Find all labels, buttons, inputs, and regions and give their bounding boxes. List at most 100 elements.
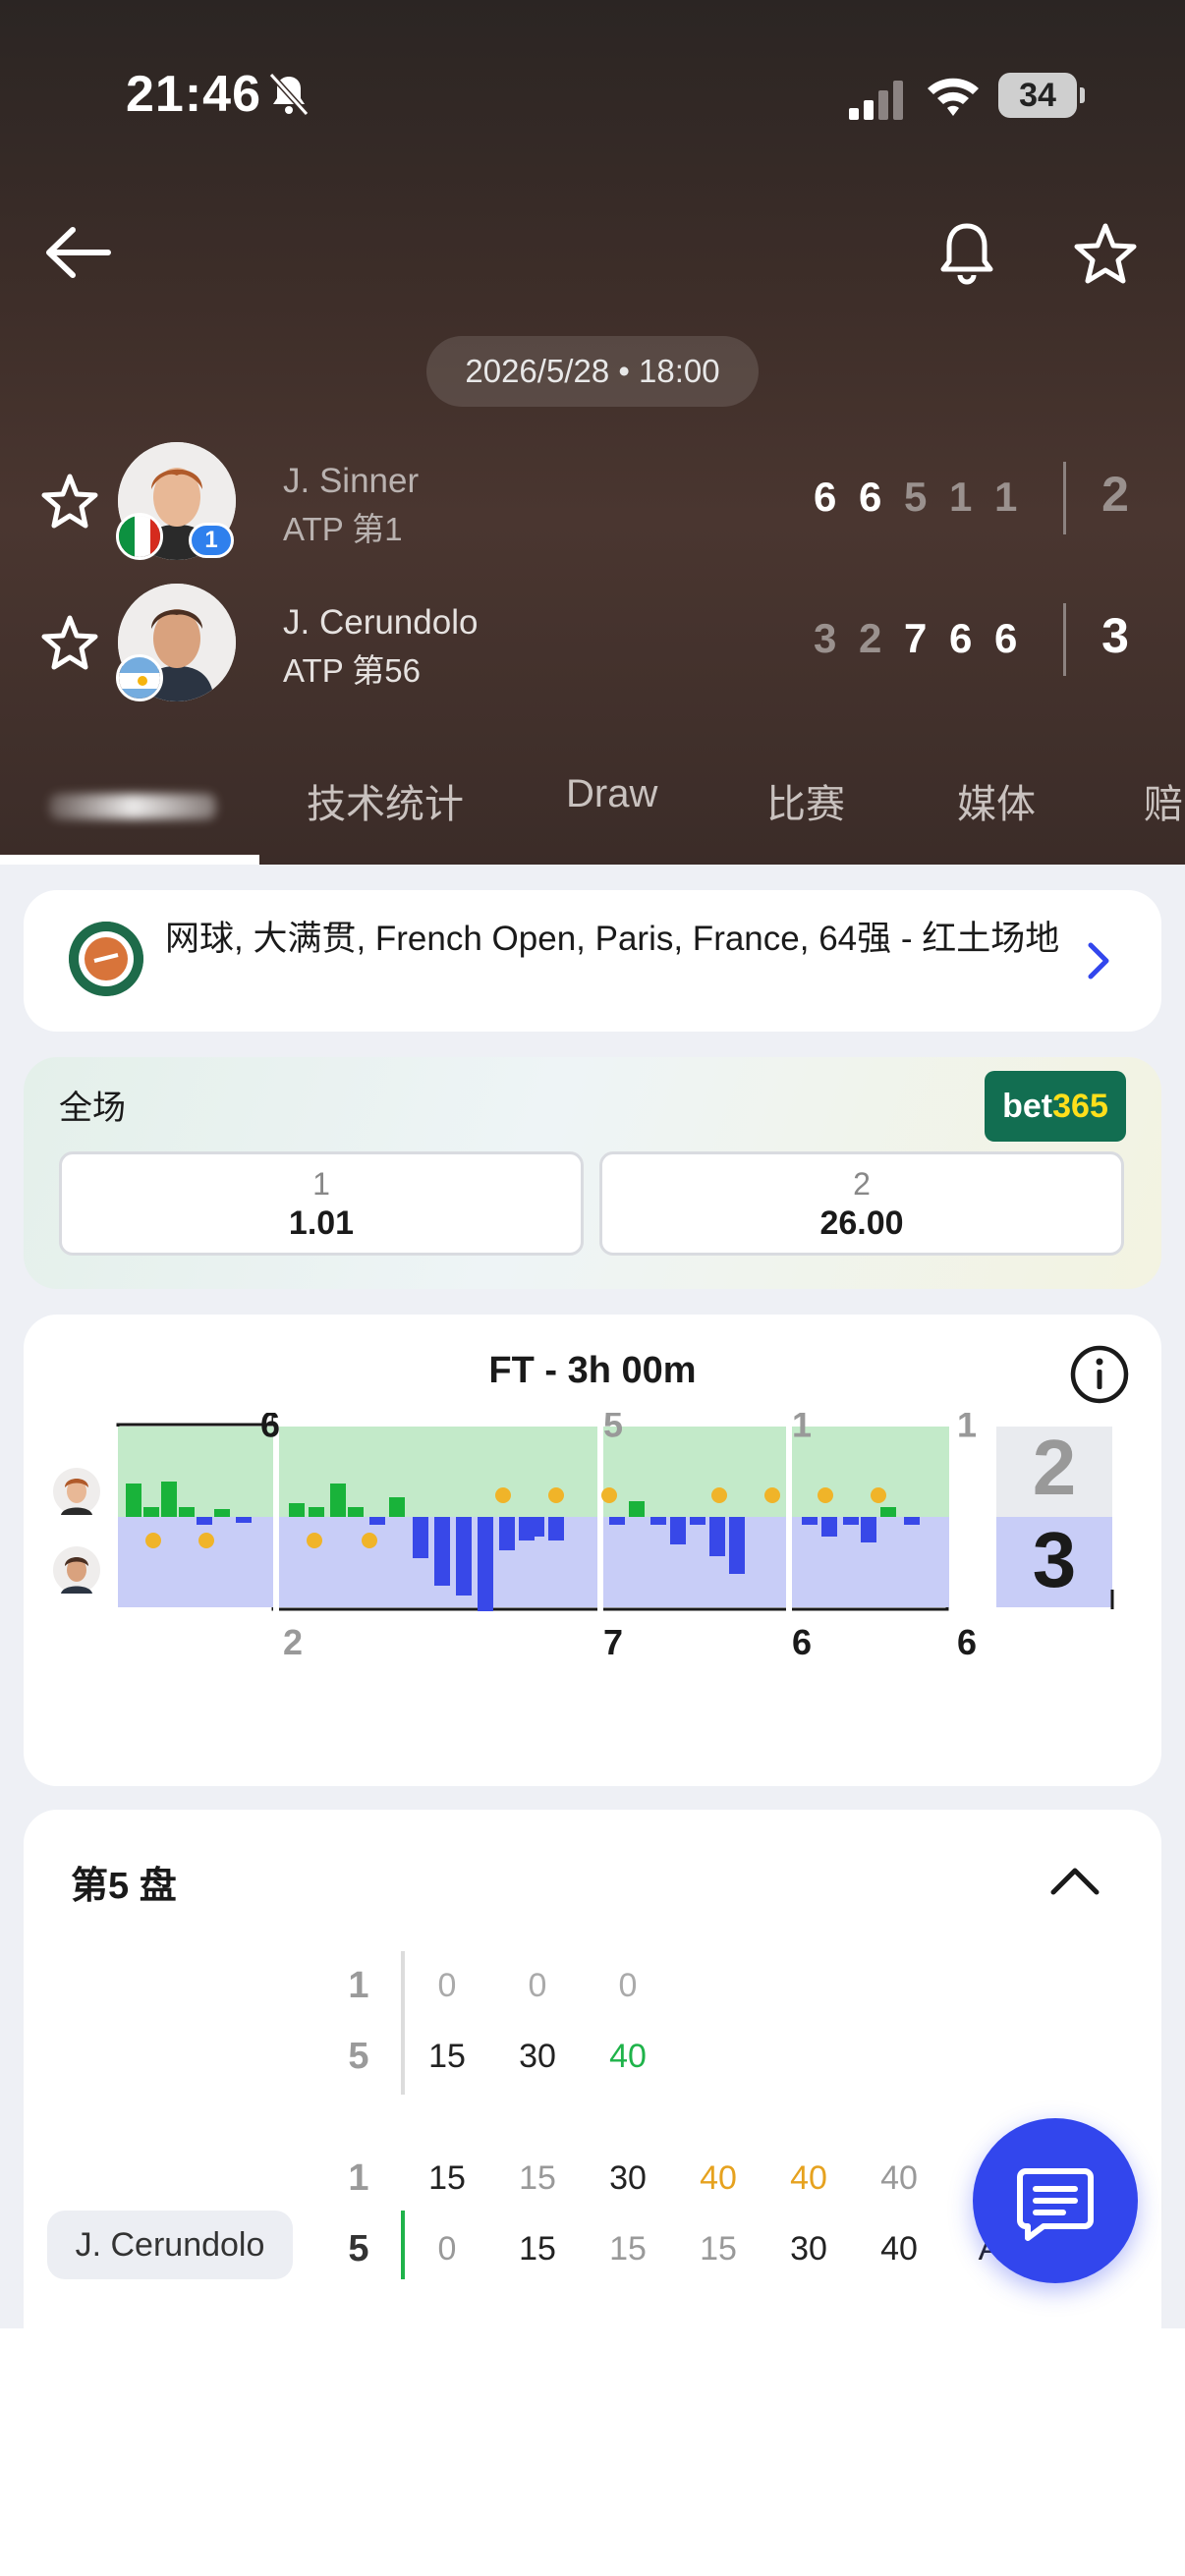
odds-label: 2	[853, 1166, 871, 1202]
set-score: 6	[814, 474, 837, 520]
tennis-ball-icon	[495, 1487, 511, 1503]
bet365-logo[interactable]: bet365	[985, 1071, 1126, 1142]
set-scores: 6 6 5 1 1	[814, 474, 1040, 521]
set-score-top: 6	[260, 1413, 280, 1444]
momentum-bar	[709, 1517, 725, 1556]
momentum-bar	[843, 1517, 859, 1525]
info-icon[interactable]	[1069, 1344, 1130, 1405]
momentum-bar	[729, 1517, 745, 1574]
momentum-bar	[389, 1497, 405, 1517]
momentum-bar	[529, 1517, 544, 1537]
notification-bell-icon[interactable]	[935, 218, 998, 289]
tab-media[interactable]: 媒体	[957, 772, 1036, 829]
tennis-ball-icon	[601, 1487, 617, 1503]
momentum-bar	[214, 1509, 230, 1517]
tennis-ball-icon	[145, 1533, 161, 1548]
point: 40	[700, 2159, 737, 2197]
point: 15	[519, 2159, 556, 2197]
back-arrow-icon[interactable]	[39, 218, 118, 287]
odds-label: 1	[312, 1166, 330, 1202]
favorite-star-icon[interactable]	[1071, 220, 1140, 289]
momentum-bar	[197, 1517, 212, 1525]
match-duration: FT - 3h 00m	[488, 1350, 697, 1391]
chat-button[interactable]	[973, 2118, 1138, 2283]
momentum-bar	[478, 1517, 493, 1611]
final-score-p1: 2	[1033, 1424, 1077, 1511]
momentum-bar	[861, 1517, 876, 1542]
point: 0	[437, 1967, 457, 2004]
status-bar: 21:46 34	[0, 59, 1185, 128]
set-score-top: 1	[957, 1413, 977, 1444]
set-score-bottom: 6	[792, 1622, 812, 1662]
momentum-bar	[690, 1517, 705, 1525]
wifi-icon	[928, 78, 979, 116]
tournament-card[interactable]: 网球, 大满贯, French Open, Paris, France, 64强…	[24, 890, 1161, 1032]
tab-overview[interactable]	[49, 794, 216, 819]
point: 0	[437, 2230, 457, 2268]
player2-mini-avatar	[53, 1546, 100, 1594]
set-score: 1	[994, 474, 1018, 520]
point: 0	[528, 1967, 547, 2004]
momentum-bar	[161, 1482, 177, 1517]
momentum-bar	[289, 1503, 305, 1517]
momentum-bar	[413, 1517, 428, 1558]
momentum-bar	[821, 1517, 837, 1537]
momentum-bar	[670, 1517, 686, 1544]
chevron-up-icon[interactable]	[1047, 1863, 1102, 1898]
tennis-ball-icon	[362, 1533, 377, 1548]
italy-flag-icon	[116, 513, 163, 560]
set-score: 6	[859, 474, 882, 520]
odds-button-player2[interactable]: 2 26.00	[599, 1151, 1124, 1256]
set-score: 6	[949, 615, 973, 661]
momentum-bar	[609, 1517, 625, 1525]
set-score: 1	[949, 474, 973, 520]
roland-garros-logo	[69, 922, 143, 996]
game-score-p1: 1	[348, 1965, 369, 2006]
point: 15	[428, 2038, 466, 2075]
player-row-cerundolo[interactable]: J. Cerundolo ATP 第56 3 2 7 6 6 3	[0, 580, 1185, 707]
score-divider	[1063, 462, 1066, 534]
star-icon[interactable]	[39, 613, 100, 674]
tab-matches[interactable]: 比赛	[766, 772, 845, 829]
momentum-card: FT - 3h 00m 6 2 3 5 1 1 2 7 6 6	[24, 1315, 1161, 1786]
odds-button-player1[interactable]: 1 1.01	[59, 1151, 584, 1256]
point: 15	[428, 2159, 466, 2197]
tab-draw[interactable]: Draw	[566, 772, 657, 816]
set-score: 7	[904, 615, 928, 661]
point: 40	[609, 2038, 647, 2075]
game-score-p2: 5	[348, 2228, 369, 2269]
point: 15	[700, 2230, 737, 2268]
game-score-p2: 5	[348, 2036, 369, 2077]
seed-badge: 1	[189, 523, 234, 558]
set-score: 6	[994, 615, 1018, 661]
tab-stats[interactable]: 技术统计	[307, 772, 464, 829]
momentum-bar	[179, 1507, 195, 1517]
final-score: 2	[1101, 467, 1129, 522]
bookmaker-part1: bet	[1002, 1088, 1053, 1125]
tournament-info: 网球, 大满贯, French Open, Paris, France, 64强…	[165, 920, 1060, 958]
set-score: 2	[859, 615, 882, 661]
odds-value: 1.01	[288, 1204, 355, 1242]
player-chip[interactable]: J. Cerundolo	[47, 2211, 293, 2279]
set-score: 3	[814, 615, 837, 661]
momentum-bar	[236, 1517, 252, 1523]
star-icon[interactable]	[39, 472, 100, 532]
active-tab-indicator	[0, 855, 259, 865]
score-separator	[401, 1951, 405, 2095]
point: 0	[618, 1967, 638, 2004]
point: 30	[609, 2159, 647, 2197]
tennis-ball-icon	[307, 1533, 322, 1548]
silent-bell-icon	[268, 72, 310, 117]
cellular-signal-icon	[849, 81, 903, 120]
player-rank: ATP 第56	[283, 652, 422, 689]
momentum-bar	[629, 1501, 645, 1517]
odds-value: 26.00	[819, 1204, 904, 1242]
player-row-sinner[interactable]: 1 J. Sinner ATP 第1 6 6 5 1 1 2	[0, 438, 1185, 566]
momentum-bar	[904, 1517, 920, 1525]
chevron-right-icon[interactable]	[1079, 937, 1118, 984]
tab-odds[interactable]: 赔	[1144, 772, 1183, 829]
set-score: 5	[904, 474, 928, 520]
momentum-bar	[348, 1507, 364, 1517]
set-scores: 3 2 7 6 6	[814, 615, 1040, 662]
momentum-bar	[802, 1517, 818, 1525]
